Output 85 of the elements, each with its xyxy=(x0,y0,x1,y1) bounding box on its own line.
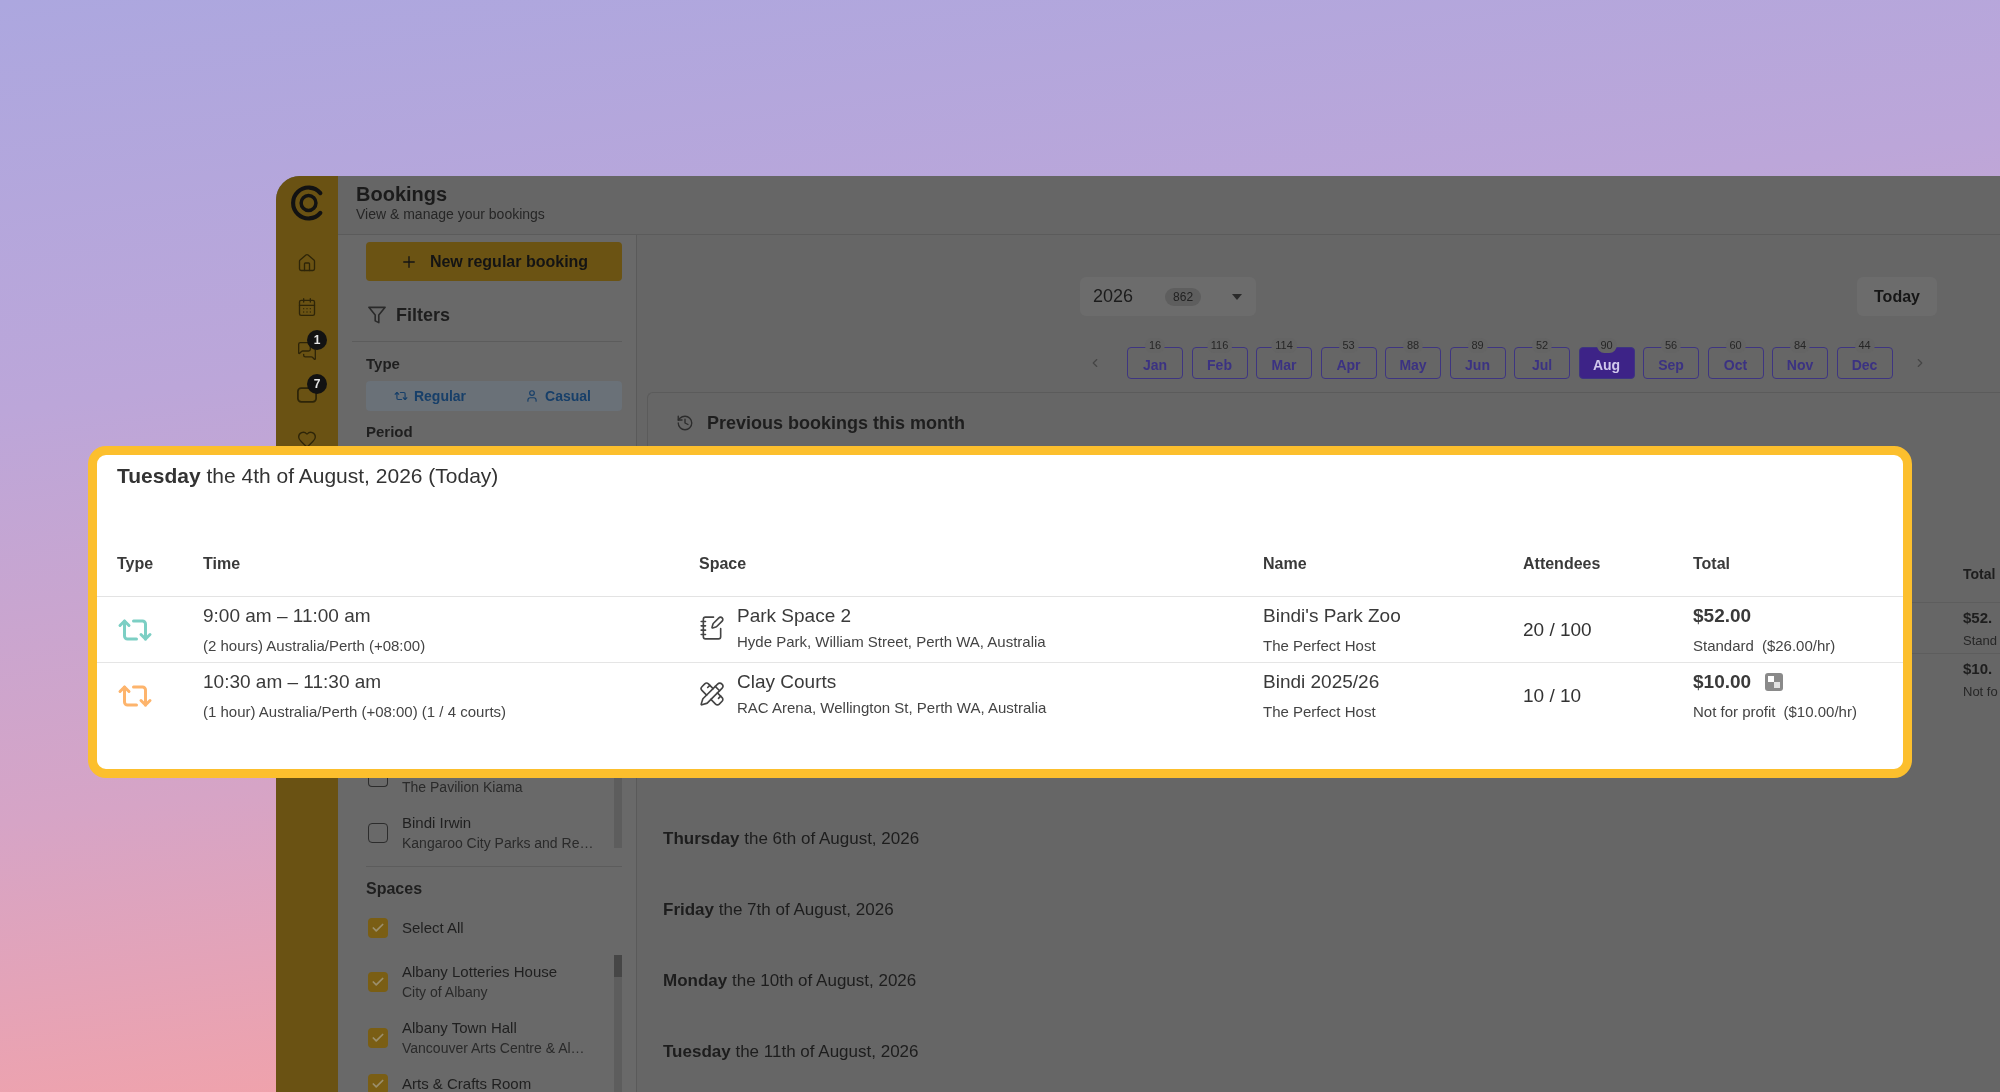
date-heading: Tuesday the 11th of August, 2026 xyxy=(663,1042,920,1062)
item-title: Arts & Crafts Room xyxy=(402,1074,532,1092)
user-icon xyxy=(525,389,540,403)
history-icon xyxy=(676,414,694,432)
spaces-label: Spaces xyxy=(366,879,424,899)
space-address: Hyde Park, William Street, Perth WA, Australia xyxy=(737,632,1046,652)
column-header: Total xyxy=(1963,566,1996,582)
item-subtitle: City of Albany xyxy=(402,983,489,1002)
item-title: Bindi Irwin xyxy=(402,813,473,833)
space-address: RAC Arena, Wellington St, Perth WA, Australia xyxy=(737,698,1047,718)
scrollbar-track[interactable] xyxy=(614,778,622,848)
type-filter-toggle[interactable]: Regular xyxy=(366,381,494,411)
page-title: Bookings xyxy=(356,183,449,205)
page-subtitle: View & manage your bookings xyxy=(356,206,546,223)
home-icon[interactable] xyxy=(297,253,317,273)
date-heading: Monday the 10th of August, 2026 xyxy=(663,971,918,991)
count-badge: 90 xyxy=(1596,338,1617,353)
period-label: Period xyxy=(366,422,414,442)
calendar-icon[interactable] xyxy=(297,297,317,317)
checkbox[interactable] xyxy=(368,1074,388,1092)
count-badge: 862 xyxy=(1165,287,1202,306)
booking-name: Bindi 2025/26 xyxy=(1263,670,1380,694)
item-subtitle: Kangaroo City Parks and Re… xyxy=(402,834,594,853)
repeat-icon xyxy=(393,389,408,403)
check-icon xyxy=(371,975,385,989)
caret-icon xyxy=(1232,293,1242,300)
column-header: Total xyxy=(1693,554,1731,574)
item-title: Albany Lotteries House xyxy=(402,962,558,982)
rate-type: Standard xyxy=(1693,636,1754,656)
space-name: Clay Courts xyxy=(737,670,837,694)
rate-type: Stand xyxy=(1963,632,1998,650)
new-booking-button[interactable]: New regular booking xyxy=(366,242,622,281)
check-icon xyxy=(371,921,385,935)
logo-icon[interactable] xyxy=(290,185,324,221)
column-header: Attendees xyxy=(1523,554,1601,574)
date-heading: Tuesday the 4th of August, 2026 (Today) xyxy=(116,463,500,489)
rate-type: Not fo xyxy=(1963,683,1999,701)
checkbox[interactable] xyxy=(368,823,388,843)
item-subtitle: Vancouver Arts Centre & Al… xyxy=(402,1039,585,1058)
month-button[interactable]: Aug xyxy=(1578,347,1635,379)
total-price: $52.00 xyxy=(1693,604,1752,628)
checkbox[interactable] xyxy=(368,918,388,938)
hourly-rate: ($10.00/hr) xyxy=(1783,702,1857,722)
notebook-pen-icon xyxy=(699,615,725,641)
panel-title: Previous bookings this month xyxy=(707,412,966,434)
total-price: $52. xyxy=(1963,608,1994,628)
filters-title: Filters xyxy=(396,304,451,326)
column-header: Time xyxy=(203,554,241,574)
time-range: 10:30 am – 11:30 am xyxy=(203,670,382,694)
time-detail: (1 hour) Australia/Perth (+08:00) (1 / 4 courts) xyxy=(203,702,507,722)
total-price: $10.00 xyxy=(1693,670,1752,694)
time-detail: (2 hours) Australia/Perth (+08:00) xyxy=(203,636,426,656)
attendee-count: 20 / 100 xyxy=(1523,617,1592,642)
date-heading: Friday the 7th of August, 2026 xyxy=(663,900,895,920)
space-name: Park Space 2 xyxy=(737,604,852,628)
column-header: Type xyxy=(117,554,154,574)
check-icon xyxy=(371,1077,385,1091)
pencil-ruler-icon xyxy=(699,681,725,707)
item-subtitle: The Pavilion Kiama xyxy=(402,778,523,797)
item-title: Albany Town Hall xyxy=(402,1018,518,1038)
rate-type: Not for profit xyxy=(1693,702,1776,722)
total-price: $10. xyxy=(1963,659,1994,679)
column-header: Name xyxy=(1263,554,1307,574)
host-name: The Perfect Host xyxy=(1263,702,1376,722)
checkbox[interactable] xyxy=(368,972,388,992)
item-title: Select All xyxy=(402,918,464,938)
column-header: Space xyxy=(699,554,747,574)
year-select[interactable]: 2026 862 xyxy=(1080,277,1256,316)
check-icon xyxy=(371,1031,385,1045)
scrollbar-thumb[interactable] xyxy=(614,955,622,977)
date-heading: Thursday the 6th of August, 2026 xyxy=(663,829,921,849)
hourly-rate: ($26.00/hr) xyxy=(1761,636,1836,656)
time-range: 9:00 am – 11:00 am xyxy=(203,604,371,628)
booking-name: Bindi's Park Zoo xyxy=(1263,604,1401,628)
checkbox[interactable] xyxy=(368,1028,388,1048)
host-name: The Perfect Host xyxy=(1263,636,1376,656)
notification-badge: 1 xyxy=(307,330,327,350)
attendee-count: 10 / 10 xyxy=(1523,684,1582,708)
today-button[interactable]: Today xyxy=(1857,277,1937,316)
filter-icon xyxy=(368,306,386,324)
scrollbar-track[interactable] xyxy=(614,955,622,1092)
heart-icon[interactable] xyxy=(297,429,317,449)
type-filter-toggle[interactable]: Casual xyxy=(494,381,622,411)
type-label: Type xyxy=(366,354,401,374)
notification-badge: 7 xyxy=(307,374,327,394)
